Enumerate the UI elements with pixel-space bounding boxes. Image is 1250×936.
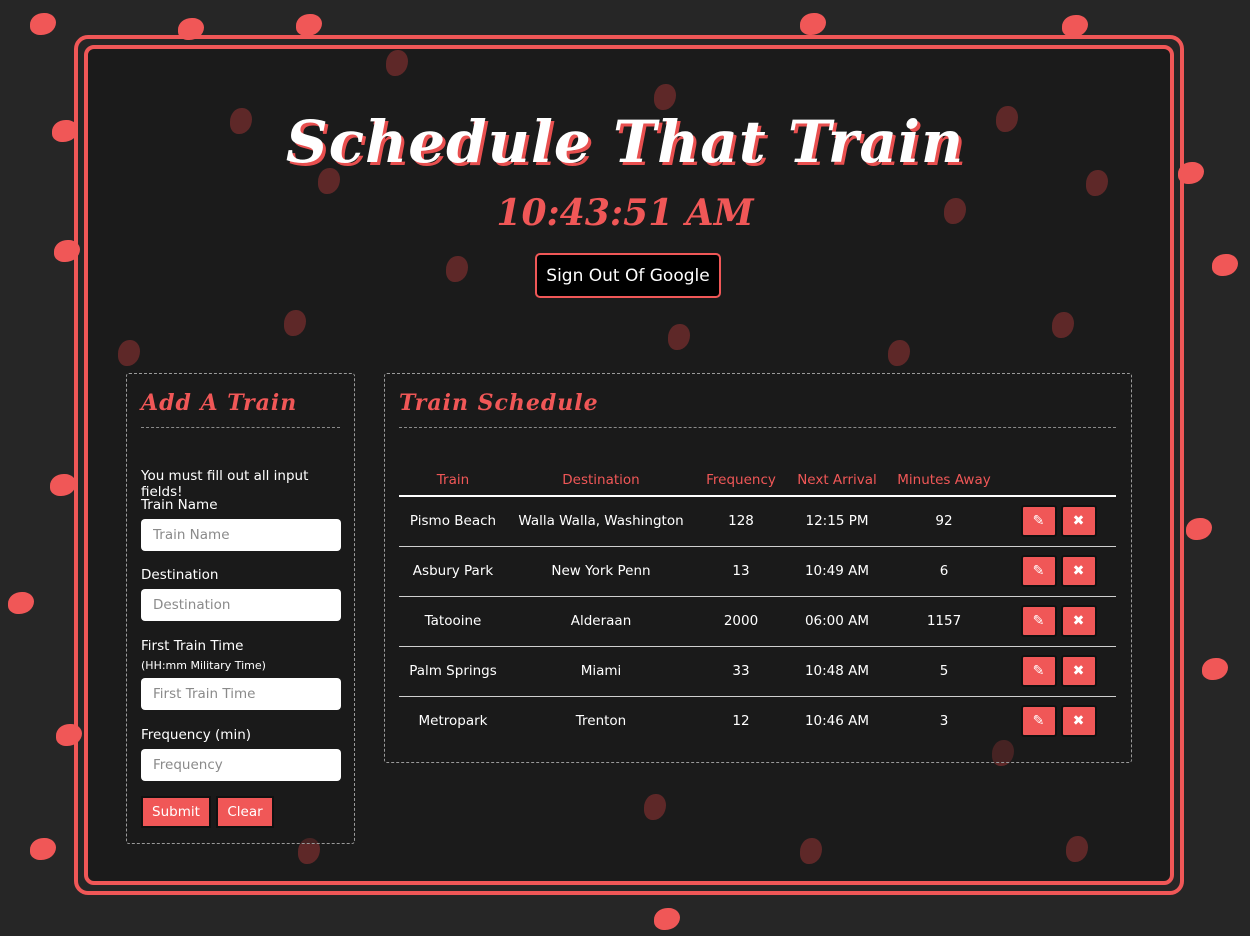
actions-cell: ✎ ✖ xyxy=(1001,546,1116,597)
delete-button[interactable]: ✖ xyxy=(1060,705,1097,738)
petal-decoration xyxy=(888,340,910,366)
x-icon: ✖ xyxy=(1072,613,1085,629)
heading-divider xyxy=(399,427,1116,428)
destination-cell: Miami xyxy=(507,646,695,697)
frequency-cell: 33 xyxy=(695,646,787,697)
edit-button[interactable]: ✎ xyxy=(1020,605,1057,637)
edit-button[interactable]: ✎ xyxy=(1020,655,1057,687)
minutes-away-cell: 6 xyxy=(887,546,1001,597)
table-row: Asbury Park New York Penn 13 10:49 AM 6 … xyxy=(399,546,1116,597)
x-icon: ✖ xyxy=(1072,713,1085,730)
train-name-label: Train Name xyxy=(141,497,218,513)
train-cell: Pismo Beach xyxy=(399,496,507,547)
frequency-label: Frequency (min) xyxy=(141,727,252,743)
pencil-icon: ✎ xyxy=(1032,613,1045,629)
column-header-minutes-away: Minutes Away xyxy=(887,464,1001,497)
petal-decoration xyxy=(644,794,666,820)
table-row: Metropark Trenton 12 10:46 AM 3 ✎ ✖ xyxy=(399,696,1116,746)
next-arrival-cell: 10:48 AM xyxy=(787,646,887,697)
delete-button[interactable]: ✖ xyxy=(1060,505,1097,538)
train-schedule-panel: Train Schedule Train Destination Frequen… xyxy=(384,373,1132,763)
edit-button[interactable]: ✎ xyxy=(1020,705,1057,738)
sign-out-button[interactable]: Sign Out Of Google xyxy=(535,253,721,298)
column-header-actions xyxy=(1001,464,1116,497)
destination-cell: Walla Walla, Washington xyxy=(507,496,695,547)
petal-decoration xyxy=(1066,836,1088,862)
add-train-panel: Add A Train You must fill out all input … xyxy=(126,373,355,844)
destination-label: Destination xyxy=(141,567,219,583)
edit-button[interactable]: ✎ xyxy=(1020,555,1057,587)
page-title: Schedule That Train xyxy=(285,108,965,176)
column-header-destination: Destination xyxy=(507,464,695,497)
actions-cell: ✎ ✖ xyxy=(1001,696,1116,746)
column-header-frequency: Frequency xyxy=(695,464,787,497)
petal-decoration xyxy=(386,50,408,76)
train-cell: Asbury Park xyxy=(399,546,507,597)
x-icon: ✖ xyxy=(1072,563,1085,579)
train-cell: Metropark xyxy=(418,713,488,730)
next-arrival-cell: 10:49 AM xyxy=(787,546,887,597)
petal-decoration xyxy=(800,838,822,864)
actions-cell: ✎ ✖ xyxy=(1001,596,1116,647)
next-arrival-cell: 06:00 AM xyxy=(787,596,887,647)
pencil-icon: ✎ xyxy=(1032,513,1045,530)
pencil-icon: ✎ xyxy=(1032,663,1045,679)
table-row: Palm Springs Miami 33 10:48 AM 5 ✎ ✖ xyxy=(399,646,1116,697)
current-time-clock: 10:43:51 AM xyxy=(496,192,754,234)
frequency-cell: 13 xyxy=(695,546,787,597)
destination-cell: Alderaan xyxy=(507,596,695,647)
destination-input[interactable] xyxy=(141,589,341,621)
table-header-row: Train Destination Frequency Next Arrival… xyxy=(399,464,1116,497)
table-row: Tatooine Alderaan 2000 06:00 AM 1157 ✎ ✖ xyxy=(399,596,1116,647)
minutes-away-cell: 1157 xyxy=(887,596,1001,647)
petal-decoration xyxy=(284,310,306,336)
petal-decoration xyxy=(668,324,690,350)
pencil-icon: ✎ xyxy=(1032,563,1045,579)
column-header-train: Train xyxy=(399,464,507,497)
petal-decoration xyxy=(118,340,140,366)
train-schedule-heading: Train Schedule xyxy=(399,390,599,416)
first-train-time-input[interactable] xyxy=(141,678,341,710)
delete-button[interactable]: ✖ xyxy=(1060,555,1097,587)
add-train-heading: Add A Train xyxy=(141,390,298,416)
petal-decoration xyxy=(446,256,468,282)
frequency-cell: 12 xyxy=(732,713,750,730)
train-cell: Tatooine xyxy=(399,596,507,647)
table-row: Pismo Beach Walla Walla, Washington 128 … xyxy=(399,496,1116,547)
first-train-time-label: First Train Time xyxy=(141,638,244,654)
heading-divider xyxy=(141,427,340,428)
x-icon: ✖ xyxy=(1072,663,1085,679)
frequency-cell: 128 xyxy=(695,496,787,547)
form-notice: You must fill out all input fields! xyxy=(141,468,309,500)
train-name-input[interactable] xyxy=(141,519,341,551)
actions-cell: ✎ ✖ xyxy=(1001,646,1116,697)
minutes-away-cell: 92 xyxy=(887,496,1001,547)
first-train-time-hint: (HH:mm Military Time) xyxy=(141,659,266,672)
column-header-next-arrival: Next Arrival xyxy=(787,464,887,497)
next-arrival-cell: 12:15 PM xyxy=(787,496,887,547)
train-cell: Palm Springs xyxy=(399,646,507,697)
frequency-cell: 2000 xyxy=(695,596,787,647)
petal-decoration xyxy=(1052,312,1074,338)
schedule-table: Train Destination Frequency Next Arrival… xyxy=(399,464,1116,746)
edit-button[interactable]: ✎ xyxy=(1020,505,1057,538)
frequency-input[interactable] xyxy=(141,749,341,781)
actions-cell: ✎ ✖ xyxy=(1001,496,1116,547)
next-arrival-cell: 10:46 AM xyxy=(804,713,870,730)
petal-decoration xyxy=(654,84,676,110)
minutes-away-cell: 5 xyxy=(887,646,1001,697)
destination-cell: Trenton xyxy=(575,713,627,730)
submit-button[interactable]: Submit xyxy=(141,796,211,828)
destination-cell: New York Penn xyxy=(507,546,695,597)
delete-button[interactable]: ✖ xyxy=(1060,605,1097,637)
delete-button[interactable]: ✖ xyxy=(1060,655,1097,687)
pencil-icon: ✎ xyxy=(1032,713,1045,730)
x-icon: ✖ xyxy=(1072,513,1085,530)
clear-button[interactable]: Clear xyxy=(216,796,274,828)
minutes-away-cell: 3 xyxy=(939,713,949,730)
